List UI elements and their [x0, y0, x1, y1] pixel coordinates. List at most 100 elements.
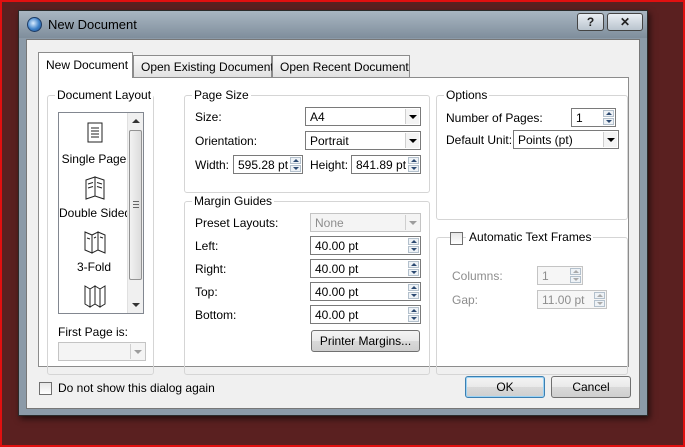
- document-layout-title: Document Layout: [55, 88, 154, 102]
- single-page-icon: [87, 122, 103, 143]
- window-title: New Document: [48, 17, 137, 32]
- title-bar[interactable]: New Document ? ✕: [19, 11, 647, 38]
- scrollbar-thumb[interactable]: [129, 130, 142, 280]
- size-value: A4: [310, 110, 325, 124]
- do-not-show-again-checkbox[interactable]: [39, 382, 52, 395]
- orientation-label: Orientation:: [195, 134, 258, 148]
- list-item-four-fold[interactable]: [59, 278, 129, 313]
- page-size-group: Page Size Size: A4 Orientation: Portrait…: [184, 88, 430, 193]
- gap-input[interactable]: 11.00 pt: [537, 290, 607, 309]
- close-button[interactable]: ✕: [607, 13, 643, 31]
- app-logo-icon: [27, 17, 42, 32]
- number-of-pages-label: Number of Pages:: [446, 111, 543, 125]
- height-input[interactable]: 841.89 pt: [351, 155, 421, 174]
- left-margin-input[interactable]: 40.00 pt: [310, 236, 421, 255]
- help-button[interactable]: ?: [577, 13, 604, 31]
- first-page-select[interactable]: [58, 342, 146, 361]
- spin-down-icon[interactable]: [408, 315, 419, 322]
- spin-up-icon[interactable]: [408, 284, 419, 291]
- three-fold-icon: [84, 231, 106, 254]
- chevron-down-icon: [603, 132, 617, 147]
- preset-layouts-select[interactable]: None: [310, 213, 421, 232]
- size-select[interactable]: A4: [305, 107, 421, 126]
- spin-down-icon[interactable]: [603, 118, 614, 125]
- spin-up-icon[interactable]: [408, 238, 419, 245]
- spin-down-icon[interactable]: [594, 300, 605, 307]
- new-document-dialog: New Document ? ✕ New Document Open Exist…: [18, 10, 648, 416]
- scroll-up-arrow-icon[interactable]: [128, 113, 143, 129]
- four-fold-icon: [84, 285, 106, 308]
- tab-open-existing-document[interactable]: Open Existing Document: [133, 55, 274, 77]
- spin-down-icon[interactable]: [290, 165, 301, 172]
- gap-label: Gap:: [452, 293, 479, 307]
- right-margin-value: 40.00 pt: [315, 262, 359, 276]
- automatic-text-frames-checkbox[interactable]: [450, 232, 463, 245]
- options-group: Options Number of Pages: 1 Default Unit:…: [436, 88, 628, 220]
- height-label: Height:: [310, 158, 349, 172]
- width-input[interactable]: 595.28 pt: [233, 155, 303, 174]
- bottom-margin-label: Bottom:: [195, 308, 237, 322]
- spin-down-icon[interactable]: [408, 165, 419, 172]
- default-unit-label: Default Unit:: [446, 133, 513, 147]
- double-sided-icon: [85, 176, 105, 200]
- tab-new-document[interactable]: New Document: [38, 52, 133, 78]
- chevron-down-icon: [130, 344, 144, 359]
- size-label: Size:: [195, 110, 222, 124]
- preset-layouts-value: None: [315, 216, 344, 230]
- list-item-single-page[interactable]: Single Page: [59, 116, 129, 168]
- printer-margins-button[interactable]: Printer Margins...: [311, 330, 420, 352]
- orientation-select[interactable]: Portrait: [305, 131, 421, 150]
- spin-up-icon[interactable]: [408, 307, 419, 314]
- layout-list-scrollbar[interactable]: [127, 113, 143, 313]
- top-margin-input[interactable]: 40.00 pt: [310, 282, 421, 301]
- page-size-title: Page Size: [192, 88, 251, 102]
- options-title: Options: [444, 88, 490, 102]
- document-layout-list[interactable]: Single Page Double Sided 3-Fold: [58, 112, 144, 314]
- default-unit-value: Points (pt): [518, 133, 573, 147]
- ok-button[interactable]: OK: [465, 376, 545, 398]
- spin-up-icon[interactable]: [603, 110, 614, 117]
- top-margin-label: Top:: [195, 285, 218, 299]
- margin-guides-title: Margin Guides: [192, 194, 275, 208]
- default-unit-select[interactable]: Points (pt): [513, 130, 619, 149]
- columns-input[interactable]: 1: [537, 266, 583, 285]
- spin-up-icon[interactable]: [570, 268, 581, 275]
- first-page-label: First Page is:: [58, 325, 129, 339]
- chevron-down-icon: [405, 215, 419, 230]
- spin-down-icon[interactable]: [408, 246, 419, 253]
- cancel-button[interactable]: Cancel: [551, 376, 631, 398]
- height-value: 841.89 pt: [356, 158, 407, 172]
- do-not-show-again-label: Do not show this dialog again: [58, 381, 215, 395]
- chevron-down-icon: [405, 133, 419, 148]
- margin-guides-group: Margin Guides Preset Layouts: None Left:…: [184, 194, 430, 375]
- tab-open-recent-document[interactable]: Open Recent Document: [272, 55, 410, 77]
- orientation-value: Portrait: [310, 134, 349, 148]
- number-of-pages-value: 1: [576, 111, 583, 125]
- left-margin-label: Left:: [195, 239, 219, 253]
- scroll-down-arrow-icon[interactable]: [128, 297, 143, 313]
- spin-up-icon[interactable]: [290, 157, 301, 164]
- new-document-panel: Document Layout Single Page Double Sided…: [38, 77, 629, 375]
- bottom-margin-value: 40.00 pt: [315, 308, 359, 322]
- chevron-down-icon: [405, 109, 419, 124]
- document-layout-group: Document Layout Single Page Double Sided…: [47, 88, 154, 375]
- dialog-body: New Document Open Existing Document Open…: [26, 39, 640, 409]
- layout-label: Double Sided: [59, 206, 132, 220]
- left-margin-value: 40.00 pt: [315, 239, 359, 253]
- width-value: 595.28 pt: [238, 158, 289, 172]
- list-item-double-sided[interactable]: Double Sided: [59, 170, 132, 222]
- grip-icon: [133, 201, 139, 209]
- automatic-text-frames-label: Automatic Text Frames: [466, 230, 594, 244]
- spin-up-icon[interactable]: [594, 292, 605, 299]
- bottom-margin-input[interactable]: 40.00 pt: [310, 305, 421, 324]
- list-item-three-fold[interactable]: 3-Fold: [59, 224, 129, 276]
- spin-up-icon[interactable]: [408, 261, 419, 268]
- spin-up-icon[interactable]: [408, 157, 419, 164]
- columns-label: Columns:: [452, 269, 503, 283]
- spin-down-icon[interactable]: [570, 276, 581, 283]
- right-margin-input[interactable]: 40.00 pt: [310, 259, 421, 278]
- spin-down-icon[interactable]: [408, 269, 419, 276]
- spin-down-icon[interactable]: [408, 292, 419, 299]
- number-of-pages-input[interactable]: 1: [571, 108, 616, 127]
- text-frames-group: Automatic Text Frames Columns: 1 Gap: 11…: [436, 230, 628, 375]
